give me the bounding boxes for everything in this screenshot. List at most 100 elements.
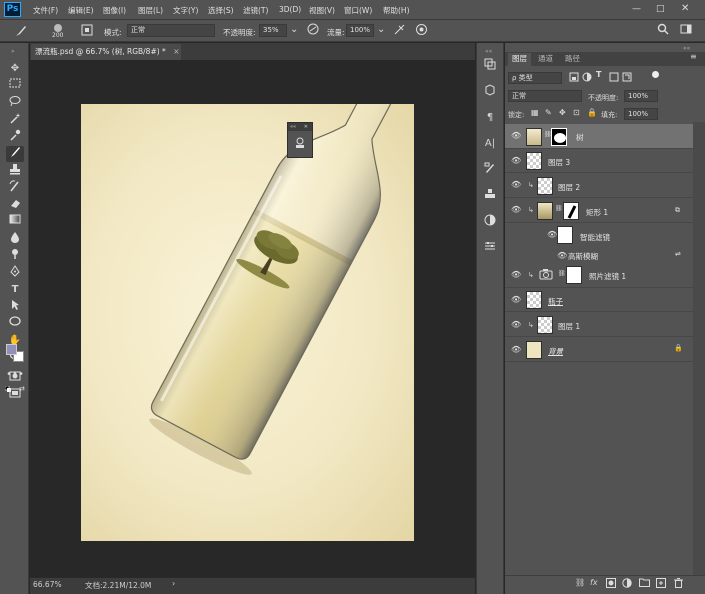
panel-menu-icon[interactable]: ≡ — [690, 52, 697, 61]
airbrush-icon[interactable] — [392, 23, 406, 39]
search-icon[interactable] — [656, 23, 670, 38]
layer-mask-thumbnail[interactable] — [563, 202, 579, 220]
filter-pixel-icon[interactable] — [569, 72, 579, 84]
panel-collapse-icon[interactable]: «« — [683, 45, 690, 52]
foreground-color-swatch[interactable] — [6, 344, 17, 355]
pressure-size-icon[interactable] — [414, 23, 428, 39]
properties-icon[interactable] — [288, 131, 312, 152]
link-layers-icon[interactable]: ⛓ — [575, 578, 585, 587]
eyedropper-tool-icon[interactable] — [6, 129, 24, 145]
visibility-eye-icon[interactable]: 👁 — [511, 131, 521, 140]
menu-file[interactable]: 文件(F) — [33, 5, 58, 16]
adjustments-panel-icon[interactable] — [482, 214, 498, 230]
dodge-tool-icon[interactable] — [6, 248, 24, 264]
move-tool-icon[interactable]: ✥ — [6, 61, 24, 77]
opacity-dropdown-icon[interactable]: ⌄ — [290, 24, 298, 35]
tab-layers[interactable]: 图层 — [508, 53, 531, 66]
maximize-button[interactable]: □ — [656, 4, 666, 16]
mask-link-icon[interactable]: ⛓ — [544, 131, 552, 138]
visibility-eye-icon[interactable]: 👁 — [547, 230, 557, 239]
visibility-eye-icon[interactable]: 👁 — [511, 270, 521, 279]
layer-name[interactable]: 背景 — [548, 346, 563, 357]
new-group-icon[interactable] — [639, 578, 650, 589]
brush-tool-icon[interactable] — [6, 146, 24, 162]
layer-name[interactable]: 图层 3 — [548, 157, 570, 168]
lock-position-icon[interactable]: ✥ — [559, 108, 566, 117]
tab-paths[interactable]: 路径 — [565, 53, 580, 64]
zoom-level[interactable]: 66.67% — [33, 580, 62, 589]
path-selection-tool-icon[interactable] — [6, 299, 24, 315]
filter-type-icon[interactable]: T — [596, 70, 601, 79]
layer-name[interactable]: 照片滤镜 1 — [589, 271, 626, 282]
opacity-input[interactable]: 35% — [259, 24, 287, 37]
layer-name[interactable]: 树 — [576, 132, 584, 143]
type-tool-icon[interactable]: T — [6, 282, 24, 298]
visibility-eye-icon[interactable]: 👁 — [511, 320, 521, 329]
layer-name[interactable]: 瓶子 — [548, 296, 563, 307]
flow-input[interactable]: 100% — [346, 24, 374, 37]
new-layer-icon[interactable] — [656, 578, 666, 590]
layer-name[interactable]: 智能滤镜 — [580, 232, 610, 243]
filter-toggle-icon[interactable] — [652, 71, 659, 78]
pen-tool-icon[interactable] — [6, 265, 24, 281]
visibility-eye-icon[interactable]: 👁 — [511, 295, 521, 304]
layer-name[interactable]: 高斯模糊 — [568, 251, 598, 262]
menu-type[interactable]: 文字(Y) — [173, 5, 198, 16]
mask-mode-icon[interactable] — [6, 371, 24, 387]
screen-mode-icon[interactable] — [6, 388, 24, 404]
history-panel-icon[interactable] — [482, 58, 498, 74]
toolbar-collapse-icon[interactable]: » — [11, 48, 15, 55]
visibility-eye-icon[interactable]: 👁 — [511, 205, 521, 214]
history-brush-tool-icon[interactable] — [6, 180, 24, 196]
filter-options-icon[interactable]: ⇌ — [675, 250, 681, 258]
layer-name[interactable]: 图层 1 — [558, 321, 580, 332]
paragraph-panel-icon[interactable]: ¶ — [482, 110, 498, 126]
filter-adjustment-icon[interactable] — [582, 72, 592, 84]
layer-mask-thumbnail[interactable] — [566, 266, 582, 284]
visibility-eye-icon[interactable]: 👁 — [511, 180, 521, 189]
filter-shape-icon[interactable] — [609, 72, 619, 84]
filter-smart-icon[interactable] — [622, 72, 632, 84]
menu-3d[interactable]: 3D(D) — [279, 5, 301, 14]
layers-scrollbar[interactable] — [693, 122, 705, 575]
actions-panel-icon[interactable] — [482, 84, 498, 100]
layer-mask-thumbnail[interactable] — [551, 128, 567, 146]
ellipse-tool-icon[interactable] — [6, 316, 24, 332]
pressure-opacity-icon[interactable] — [306, 23, 320, 38]
blend-mode-select[interactable]: 正常 — [508, 90, 582, 102]
brush-preset-icon[interactable] — [14, 24, 28, 41]
menu-filter[interactable]: 滤镜(T) — [243, 5, 268, 16]
mask-link-icon[interactable]: ⛓ — [558, 270, 566, 277]
flow-dropdown-icon[interactable]: ⌄ — [377, 24, 385, 35]
mode-select[interactable]: 正常 — [127, 24, 215, 37]
magic-wand-tool-icon[interactable] — [6, 112, 24, 128]
lock-image-icon[interactable]: ✎ — [545, 108, 552, 117]
layer-row-gaussian-blur[interactable] — [505, 247, 693, 263]
visibility-eye-icon[interactable]: 👁 — [557, 251, 567, 260]
close-window-button[interactable]: ✕ — [681, 3, 691, 15]
menu-edit[interactable]: 编辑(E) — [68, 5, 94, 16]
stamp-tool-icon[interactable] — [6, 163, 24, 179]
lasso-tool-icon[interactable] — [6, 95, 24, 111]
lock-artboard-icon[interactable]: ⊡ — [573, 108, 580, 117]
brush-settings-icon[interactable] — [482, 162, 498, 178]
artboard[interactable] — [81, 59, 427, 541]
layer-name[interactable]: 图层 2 — [558, 182, 580, 193]
tab-channels[interactable]: 通道 — [538, 53, 553, 64]
clone-source-icon[interactable] — [482, 188, 498, 204]
popup-close-icon[interactable]: ✕ — [304, 124, 308, 130]
menu-help[interactable]: 帮助(H) — [383, 5, 410, 16]
lock-transparency-icon[interactable]: ▦ — [531, 108, 539, 117]
new-adjustment-icon[interactable] — [622, 578, 632, 590]
character-panel-icon[interactable]: A| — [482, 136, 498, 152]
layer-filter-kind[interactable]: ρ 类型 — [508, 72, 562, 84]
menu-view[interactable]: 视图(V) — [309, 5, 335, 16]
mask-link-icon[interactable]: ⛓ — [555, 205, 563, 212]
delete-layer-icon[interactable] — [674, 578, 683, 590]
marquee-tool-icon[interactable] — [6, 78, 24, 94]
menu-layer[interactable]: 图层(L) — [138, 5, 163, 16]
lock-all-icon[interactable]: 🔒 — [587, 108, 597, 117]
status-menu-arrow[interactable]: › — [172, 579, 175, 588]
popup-collapse-icon[interactable]: «« — [290, 124, 296, 130]
eraser-tool-icon[interactable] — [6, 197, 24, 213]
